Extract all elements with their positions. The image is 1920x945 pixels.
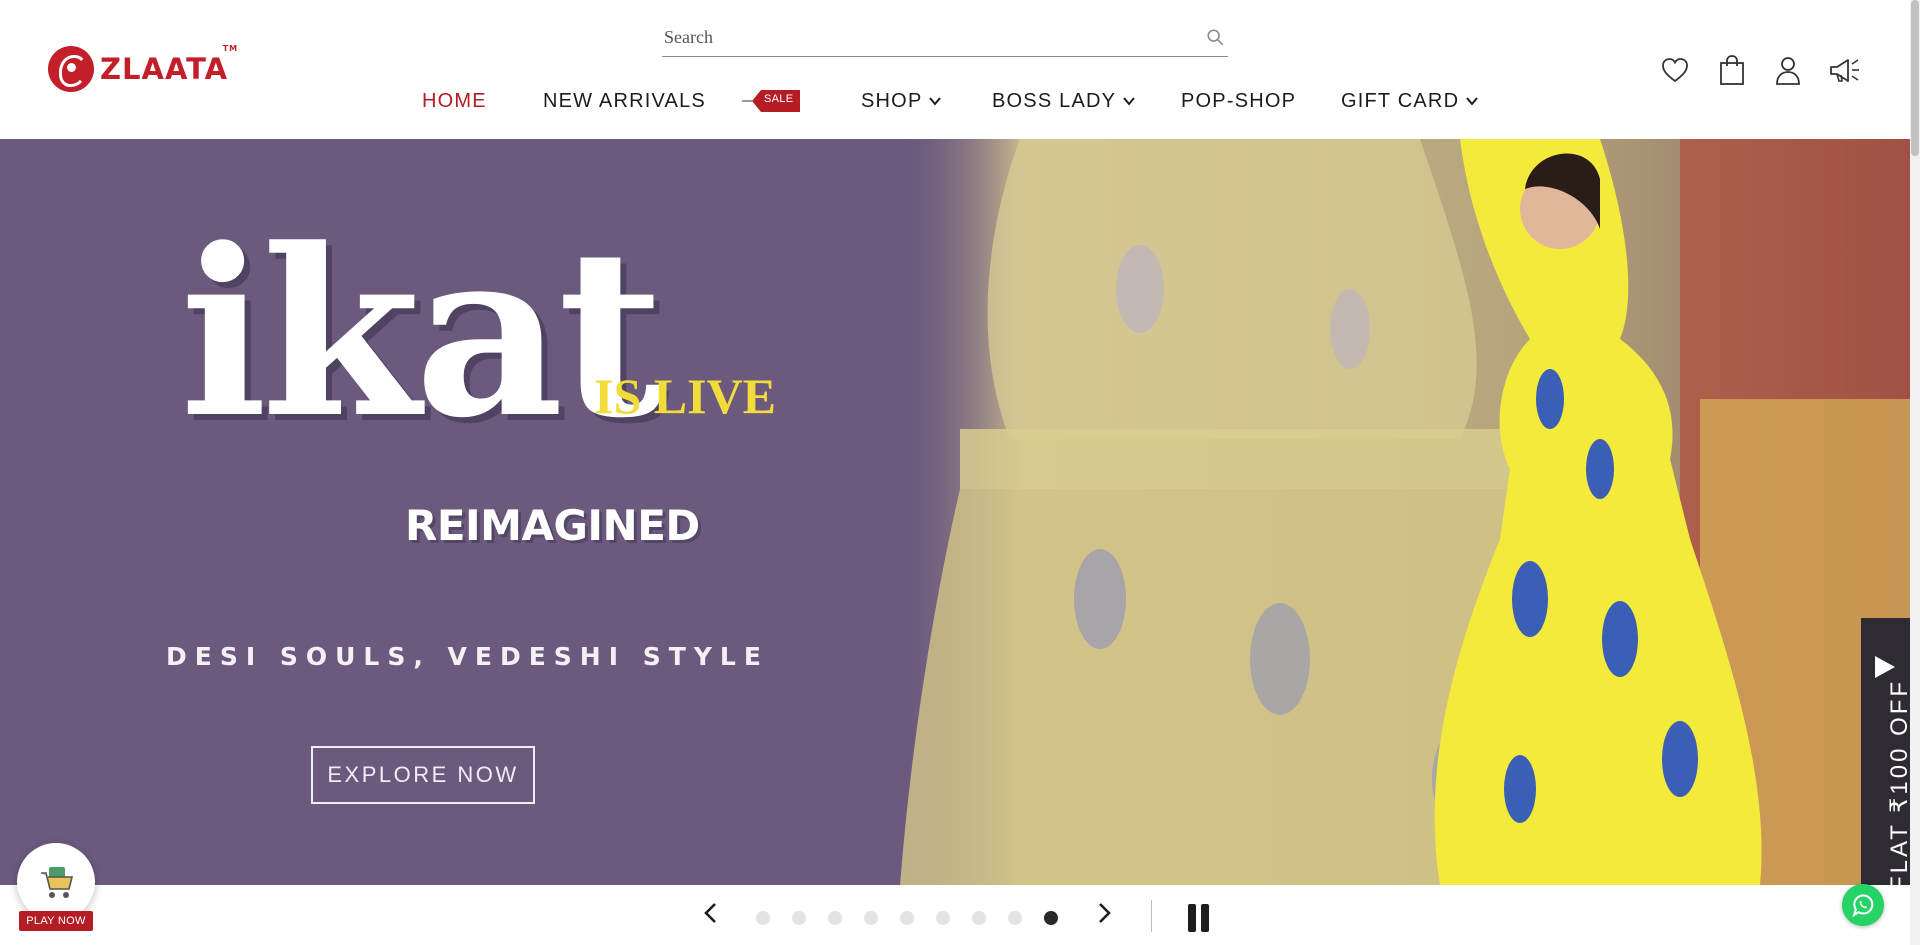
- previous-slide-button[interactable]: [700, 900, 722, 926]
- offer-text: FLAT ₹100 OFF: [1886, 678, 1910, 885]
- slide-dot-4[interactable]: [864, 911, 878, 925]
- nav-boss-lady[interactable]: BOSS LADY: [992, 86, 1136, 116]
- slide-dot-2[interactable]: [792, 911, 806, 925]
- play-now-label: PLAY NOW: [19, 911, 93, 931]
- site-header: ZLAATATM HOME NEW ARRIVALS SHOP BOSS LAD…: [0, 0, 1910, 139]
- trademark-mark: TM: [222, 44, 239, 53]
- whatsapp-icon[interactable]: [1842, 884, 1884, 926]
- slide-dot-9[interactable]: [1044, 911, 1058, 925]
- slide-dot-3[interactable]: [828, 911, 842, 925]
- nav-pop-shop-label: POP-SHOP: [1181, 89, 1297, 112]
- hero-product-image: [900, 139, 1910, 885]
- scrollbar-thumb[interactable]: [1911, 0, 1919, 156]
- nav-gift-card-label: GIFT CARD: [1341, 89, 1460, 112]
- slide-dot-1[interactable]: [756, 911, 770, 925]
- slide-dot-5[interactable]: [900, 911, 914, 925]
- play-now-widget[interactable]: PLAY NOW: [17, 843, 95, 935]
- sale-label: SALE: [764, 93, 794, 105]
- nav-home[interactable]: HOME: [422, 86, 487, 116]
- flat-offer-tab[interactable]: FLAT ₹100 OFF: [1861, 618, 1910, 885]
- chevron-down-icon: [929, 97, 942, 106]
- nav-shop[interactable]: SHOP: [861, 86, 942, 116]
- slide-dot-7[interactable]: [972, 911, 986, 925]
- hero-live-text: IS LIVE: [594, 368, 777, 424]
- pause-bar-right: [1201, 904, 1209, 932]
- hero-headline: ikat: [180, 199, 664, 469]
- heart-icon[interactable]: [1660, 54, 1690, 86]
- search-input[interactable]: [664, 24, 1184, 50]
- nav-pop-shop[interactable]: POP-SHOP: [1181, 86, 1296, 116]
- shopping-bag-icon[interactable]: [1717, 54, 1747, 86]
- pause-bar-left: [1188, 904, 1196, 932]
- page-scrollbar[interactable]: [1910, 0, 1920, 945]
- user-icon[interactable]: [1773, 54, 1803, 86]
- slide-dot-8[interactable]: [1008, 911, 1022, 925]
- play-icon: [1875, 656, 1895, 678]
- shopping-cart-icon: [41, 867, 74, 898]
- hero-tagline: DESI SOULS, VEDESHI STYLE: [166, 642, 769, 671]
- nav-new-arrivals-label: NEW ARRIVALS: [543, 89, 706, 112]
- chevron-down-icon: [1466, 97, 1478, 106]
- hero-banner[interactable]: ikat IS LIVE REIMAGINED DESI SOULS, VEDE…: [0, 139, 1910, 885]
- nav-home-label: HOME: [422, 89, 487, 112]
- nav-boss-lady-label: BOSS LADY: [992, 89, 1117, 112]
- chevron-down-icon: [1123, 97, 1135, 106]
- slide-dot-6[interactable]: [936, 911, 950, 925]
- explore-now-button[interactable]: EXPLORE NOW: [311, 746, 535, 804]
- main-nav: HOME NEW ARRIVALS SHOP BOSS LADY POP-SHO…: [0, 86, 1700, 116]
- search-bar: [662, 20, 1228, 57]
- search-icon[interactable]: [1206, 28, 1224, 46]
- nav-new-arrivals[interactable]: NEW ARRIVALS: [543, 86, 706, 116]
- slider-controls: [0, 885, 1910, 945]
- sale-badge[interactable]: SALE: [742, 88, 802, 114]
- next-slide-button[interactable]: [1093, 900, 1115, 926]
- brand-name: ZLAATA TM: [100, 44, 239, 86]
- megaphone-icon[interactable]: [1828, 54, 1862, 86]
- nav-gift-card[interactable]: GIFT CARD: [1341, 86, 1479, 116]
- nav-shop-label: SHOP: [861, 89, 923, 112]
- hero-subheadline: REIMAGINED: [405, 501, 700, 550]
- controls-divider: [1151, 900, 1152, 932]
- pause-button[interactable]: [1188, 904, 1210, 932]
